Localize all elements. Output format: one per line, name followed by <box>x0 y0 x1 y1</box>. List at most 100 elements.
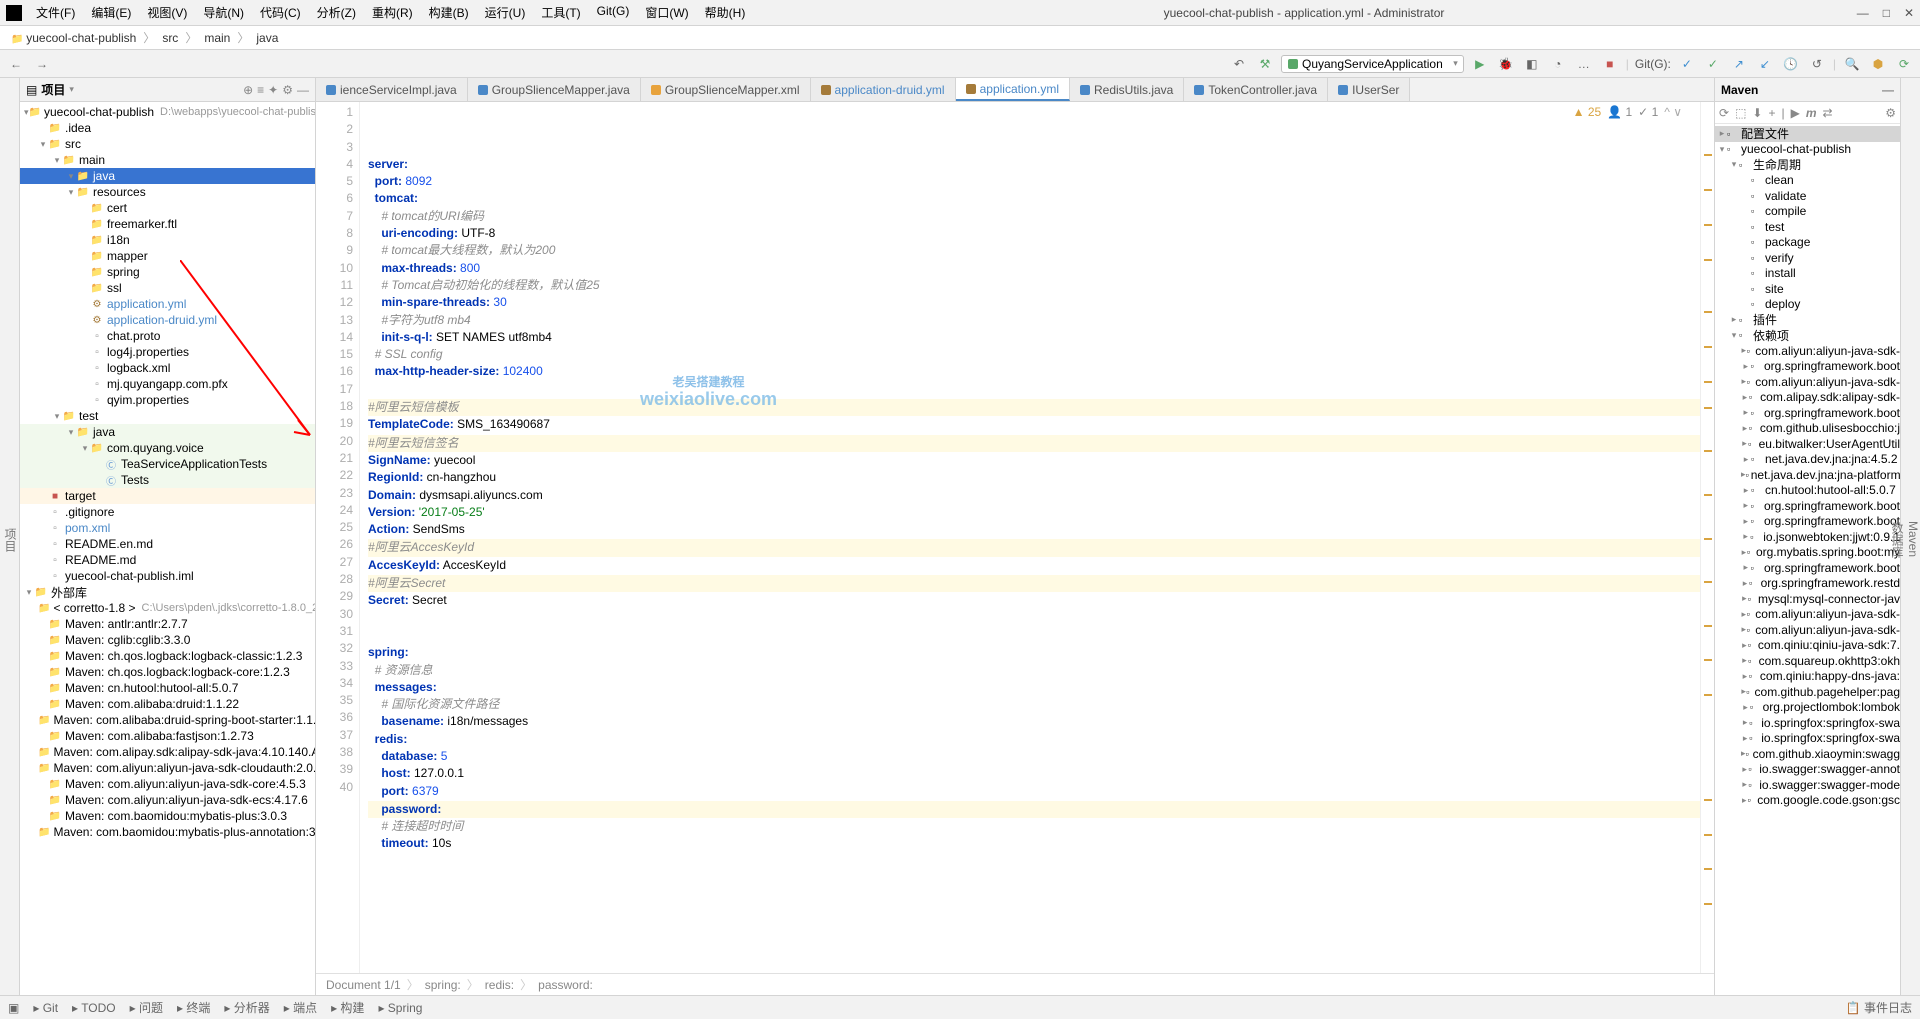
maven-tree-item[interactable]: ▸▫org.projectlombok:lombok <box>1715 700 1900 716</box>
maven-tree-item[interactable]: ▸▫com.aliyun:aliyun-java-sdk- <box>1715 622 1900 638</box>
code-line[interactable]: Secret: Secret <box>368 592 1700 609</box>
maven-tree-item[interactable]: ▫package <box>1715 235 1900 251</box>
code-line[interactable]: Domain: dysmsapi.aliyuncs.com <box>368 487 1700 504</box>
tree-item[interactable]: ⚙application.yml <box>20 296 315 312</box>
tree-item[interactable]: 📁Maven: com.aliyun:aliyun-java-sdk-core:… <box>20 776 315 792</box>
code-line[interactable] <box>368 627 1700 644</box>
statusbar-item[interactable]: ▸ 问题 <box>130 999 163 1016</box>
maven-tree-item[interactable]: ▸▫eu.bitwalker:UserAgentUtil <box>1715 436 1900 452</box>
code-line[interactable]: #阿里云短信模板 <box>368 399 1700 416</box>
tree-item[interactable]: 📁Maven: cglib:cglib:3.3.0 <box>20 632 315 648</box>
hammer-icon[interactable]: ⚒ <box>1255 54 1275 74</box>
maven-tree-item[interactable]: ▸▫org.mybatis.spring.boot:my <box>1715 545 1900 561</box>
maven-tree-item[interactable]: ▸▫io.springfox:springfox-swa <box>1715 731 1900 747</box>
tree-item[interactable]: 📁Maven: com.alibaba:druid:1.1.22 <box>20 696 315 712</box>
maven-tree-item[interactable]: ▸▫com.aliyun:aliyun-java-sdk- <box>1715 374 1900 390</box>
statusbar-item[interactable]: ▸ 构建 <box>331 999 364 1016</box>
menu-item[interactable]: 编辑(E) <box>85 2 137 23</box>
tree-item[interactable]: 📁freemarker.ftl <box>20 216 315 232</box>
statusbar-item[interactable]: ▸ Git <box>33 1001 58 1015</box>
tree-item[interactable]: ▾📁src <box>20 136 315 152</box>
tree-item[interactable]: 📁ssl <box>20 280 315 296</box>
code-line[interactable]: uri-encoding: UTF-8 <box>368 225 1700 242</box>
menu-item[interactable]: 视图(V) <box>141 2 193 23</box>
m-icon[interactable]: m <box>1806 106 1817 120</box>
maven-tree-item[interactable]: ▸▫org.springframework.boot <box>1715 498 1900 514</box>
tree-item[interactable]: 📁Maven: com.alipay.sdk:alipay-sdk-java:4… <box>20 744 315 760</box>
run-maven-icon[interactable]: ▶ <box>1791 106 1800 120</box>
tree-item[interactable]: ▾📁java <box>20 424 315 440</box>
ide-update-icon[interactable]: ⟳ <box>1894 54 1914 74</box>
code-line[interactable]: server: <box>368 156 1700 173</box>
editor-tab[interactable]: TokenController.java <box>1184 78 1328 101</box>
maven-tree-item[interactable]: ▸▫插件 <box>1715 312 1900 328</box>
code-line[interactable]: basename: i18n/messages <box>368 713 1700 730</box>
tree-item[interactable]: 📁Maven: com.aliyun:aliyun-java-sdk-ecs:4… <box>20 792 315 808</box>
tree-item[interactable]: ▫README.en.md <box>20 536 315 552</box>
tree-item[interactable]: 📁cert <box>20 200 315 216</box>
git-revert-icon[interactable]: ↺ <box>1807 54 1827 74</box>
maven-tree-item[interactable]: ▸▫cn.hutool:hutool-all:5.0.7 <box>1715 483 1900 499</box>
git-pull-icon[interactable]: ↙ <box>1755 54 1775 74</box>
tree-item[interactable]: 📁Maven: com.alibaba:fastjson:1.2.73 <box>20 728 315 744</box>
git-update-icon[interactable]: ✓ <box>1677 54 1697 74</box>
code-line[interactable] <box>368 381 1700 398</box>
maven-tree-item[interactable]: ▸▫com.qiniu:happy-dns-java: <box>1715 669 1900 685</box>
tree-item[interactable]: 📁.idea <box>20 120 315 136</box>
code-line[interactable]: # 连接超时时间 <box>368 818 1700 835</box>
tree-item[interactable]: ▫pom.xml <box>20 520 315 536</box>
code-line[interactable]: timeout: 10s <box>368 835 1700 852</box>
code-line[interactable]: database: 5 <box>368 748 1700 765</box>
settings-icon[interactable]: ⬢ <box>1868 54 1888 74</box>
tree-item[interactable]: ▾📁test <box>20 408 315 424</box>
menu-item[interactable]: 分析(Z) <box>311 2 362 23</box>
editor-tab[interactable]: ienceServiceImpl.java <box>316 78 468 101</box>
editor-tab[interactable]: GroupSlienceMapper.java <box>468 78 641 101</box>
menu-item[interactable]: 工具(T) <box>535 2 586 23</box>
download-icon[interactable]: ⬇ <box>1752 106 1762 120</box>
tree-item[interactable]: 📁Maven: com.alibaba:druid-spring-boot-st… <box>20 712 315 728</box>
code-line[interactable]: AccesKeyId: AccesKeyId <box>368 557 1700 574</box>
attach-icon[interactable]: … <box>1574 54 1594 74</box>
code-line[interactable]: min-spare-threads: 30 <box>368 294 1700 311</box>
maven-tree-item[interactable]: ▸▫com.github.xiaoymin:swagg <box>1715 746 1900 762</box>
code-line[interactable]: #阿里云Secret <box>368 575 1700 592</box>
code-line[interactable]: # tomcat的URI编码 <box>368 208 1700 225</box>
code-line[interactable]: port: 6379 <box>368 783 1700 800</box>
maven-tree-item[interactable]: ▸▫com.aliyun:aliyun-java-sdk- <box>1715 343 1900 359</box>
tree-item[interactable]: 📁Maven: cn.hutool:hutool-all:5.0.7 <box>20 680 315 696</box>
git-history-icon[interactable]: 🕓 <box>1781 54 1801 74</box>
code-line[interactable]: # Tomcat启动初始化的线程数，默认值25 <box>368 277 1700 294</box>
select-opened-icon[interactable]: ⊕ <box>243 83 253 97</box>
hide-icon[interactable]: — <box>297 83 309 97</box>
tool-tab[interactable]: Maven <box>1906 90 1920 989</box>
maven-tree-item[interactable]: ▸▫com.github.pagehelper:pag <box>1715 684 1900 700</box>
editor-tab[interactable]: GroupSlienceMapper.xml <box>641 78 811 101</box>
close-icon[interactable]: ✕ <box>1904 6 1914 20</box>
tree-item[interactable]: ▾📁com.quyang.voice <box>20 440 315 456</box>
statusbar-item[interactable]: ▸ 分析器 <box>224 999 269 1016</box>
tree-item[interactable]: ▫log4j.properties <box>20 344 315 360</box>
code-line[interactable]: RegionId: cn-hangzhou <box>368 469 1700 486</box>
breadcrumb-item[interactable]: src <box>159 31 181 45</box>
tree-item[interactable]: 📁Maven: com.baomidou:mybatis-plus-annota… <box>20 824 315 840</box>
code-line[interactable]: TemplateCode: SMS_163490687 <box>368 416 1700 433</box>
reload-icon[interactable]: ⟳ <box>1719 106 1729 120</box>
code-breadcrumb-item[interactable]: redis: <box>485 978 514 992</box>
editor-tab[interactable]: RedisUtils.java <box>1070 78 1184 101</box>
code-line[interactable]: #阿里云短信签名 <box>368 435 1700 452</box>
maven-tree-item[interactable]: ▫test <box>1715 219 1900 235</box>
stop-icon[interactable]: ■ <box>1600 54 1620 74</box>
statusbar-item[interactable]: ▸ TODO <box>72 1001 116 1015</box>
code-line[interactable]: # 国际化资源文件路径 <box>368 696 1700 713</box>
maven-tree-item[interactable]: ▸▫io.jsonwebtoken:jjwt:0.9.1 <box>1715 529 1900 545</box>
maven-tree-item[interactable]: ▾▫yuecool-chat-publish <box>1715 142 1900 158</box>
tree-item[interactable]: 📁Maven: antlr:antlr:2.7.7 <box>20 616 315 632</box>
gear-icon[interactable]: ⚙ <box>282 83 293 97</box>
code-line[interactable]: redis: <box>368 731 1700 748</box>
code-line[interactable] <box>368 610 1700 627</box>
maven-tree-item[interactable]: ▸▫net.java.dev.jna:jna-platform <box>1715 467 1900 483</box>
run-config-selector[interactable]: QuyangServiceApplication <box>1281 55 1464 73</box>
git-commit-icon[interactable]: ✓ <box>1703 54 1723 74</box>
maven-tree-item[interactable]: ▫install <box>1715 266 1900 282</box>
